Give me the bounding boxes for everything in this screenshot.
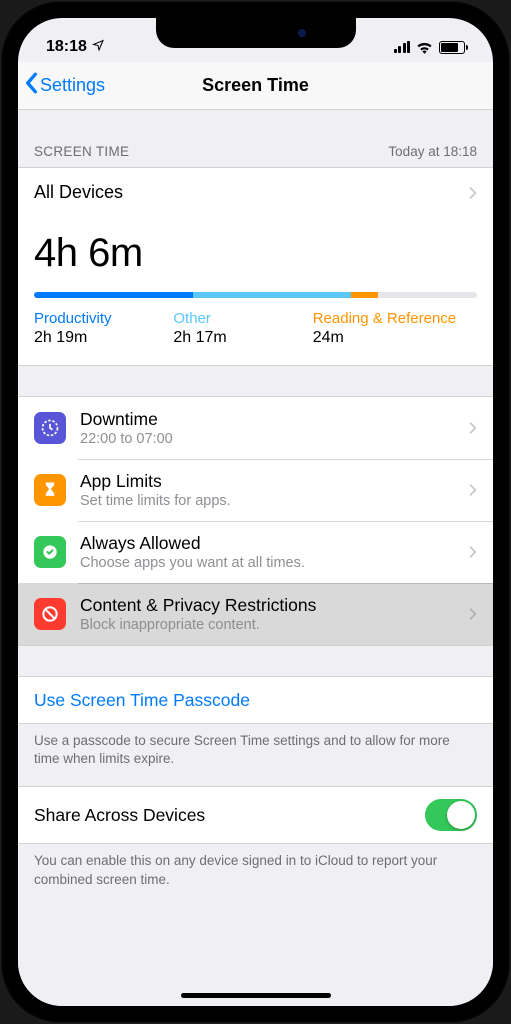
phone-frame: 18:18 Settings Screen Time	[0, 0, 511, 1024]
cellular-icon	[394, 41, 411, 53]
notch	[156, 18, 356, 48]
share-toggle[interactable]	[425, 799, 477, 831]
check-badge-icon	[34, 536, 66, 568]
bar-segment-productivity	[34, 292, 193, 298]
share-note: You can enable this on any device signed…	[18, 844, 493, 906]
bar-segment-reading	[351, 292, 378, 298]
chevron-right-icon	[469, 483, 477, 497]
chevron-right-icon	[469, 421, 477, 435]
all-devices-row[interactable]: All Devices	[18, 167, 493, 213]
screen: 18:18 Settings Screen Time	[18, 18, 493, 1006]
category-breakdown: Productivity 2h 19m Other 2h 17m Reading…	[34, 310, 477, 347]
content-privacy-row[interactable]: Content & Privacy Restrictions Block ina…	[18, 583, 493, 645]
no-entry-icon	[34, 598, 66, 630]
home-indicator[interactable]	[181, 993, 331, 998]
toggle-knob	[447, 801, 475, 829]
navigation-bar: Settings Screen Time	[18, 62, 493, 110]
total-time: 4h 6m	[34, 231, 477, 276]
category-other: Other 2h 17m	[173, 310, 290, 347]
use-passcode-row[interactable]: Use Screen Time Passcode	[18, 677, 493, 723]
usage-summary: 4h 6m Productivity 2h 19m Other 2h 17m	[18, 213, 493, 366]
battery-icon	[439, 41, 465, 54]
category-reading: Reading & Reference 24m	[313, 310, 477, 347]
chevron-right-icon	[469, 186, 477, 200]
page-title: Screen Time	[202, 75, 309, 96]
downtime-row[interactable]: Downtime 22:00 to 07:00	[18, 397, 493, 459]
downtime-icon	[34, 412, 66, 444]
summary-timestamp: Today at 18:18	[388, 144, 477, 159]
hourglass-icon	[34, 474, 66, 506]
passcode-note: Use a passcode to secure Screen Time set…	[18, 724, 493, 786]
options-group: Downtime 22:00 to 07:00 App Limits Set t…	[18, 396, 493, 646]
app-limits-row[interactable]: App Limits Set time limits for apps.	[18, 459, 493, 521]
chevron-left-icon	[24, 72, 38, 99]
status-time: 18:18	[46, 38, 87, 56]
back-label: Settings	[40, 75, 105, 96]
share-devices-row[interactable]: Share Across Devices	[18, 787, 493, 843]
section-header-screentime: SCREEN TIME Today at 18:18	[18, 110, 493, 167]
back-button[interactable]: Settings	[24, 72, 105, 99]
always-allowed-row[interactable]: Always Allowed Choose apps you want at a…	[18, 521, 493, 583]
location-icon	[92, 38, 104, 56]
category-productivity: Productivity 2h 19m	[34, 310, 151, 347]
bar-segment-other	[193, 292, 350, 298]
chevron-right-icon	[469, 545, 477, 559]
chevron-right-icon	[469, 607, 477, 621]
all-devices-label: All Devices	[34, 182, 123, 203]
scroll-content[interactable]: SCREEN TIME Today at 18:18 All Devices 4…	[18, 110, 493, 1006]
usage-bar	[34, 292, 477, 298]
wifi-icon	[416, 41, 433, 54]
